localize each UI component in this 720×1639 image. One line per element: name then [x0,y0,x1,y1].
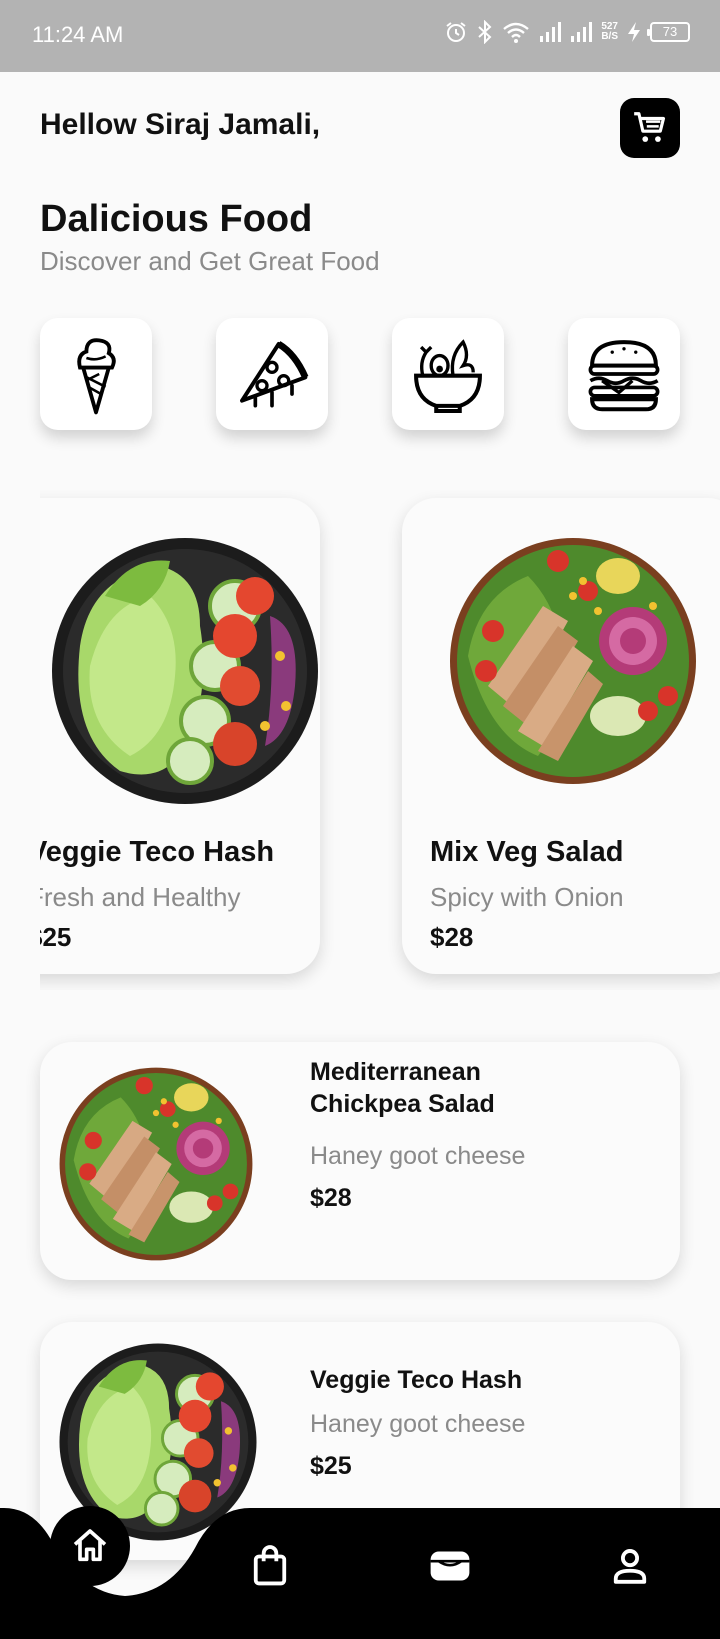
food-image [448,536,698,786]
list-item[interactable]: Mediterranean Chickpea Salad Haney goot … [40,1042,680,1280]
list-item-subtitle: Haney goot cheese [310,1142,526,1170]
list-item-subtitle: Haney goot cheese [310,1410,526,1438]
featured-card-subtitle: Spicy with Onion [430,882,624,912]
featured-card-title: Mix Veg Salad [430,836,624,868]
salad-icon [414,339,482,413]
shopping-bag-icon [253,1545,287,1586]
food-image [50,536,320,806]
list-item-title: Mediterranean Chickpea Salad [310,1056,650,1120]
page-title: Dalicious Food [40,198,313,240]
network-speed-unit: B/S [601,31,618,42]
network-speed: 527 B/S [601,22,618,42]
list-item-price: $25 [310,1452,352,1480]
battery-indicator: 73 [647,22,690,42]
charging-icon [628,22,640,42]
featured-card-price: $25 [40,922,72,952]
featured-card-title: Veggie Teco Hash [40,836,275,868]
status-time: 11:24 AM [32,22,124,47]
pizza-icon [240,341,309,408]
profile-icon [613,1549,647,1584]
category-ice-cream[interactable] [40,318,152,430]
bottom-navigation [0,1506,720,1639]
burger-icon [588,340,660,412]
featured-carousel[interactable]: Veggie Teco Hash Fresh and Healthy $25 M… [40,490,720,990]
alarm-icon [446,22,466,42]
greeting-text: Hellow Siraj Jamali, [40,108,321,141]
category-salad[interactable] [392,318,504,430]
signal-icon-2 [571,22,593,42]
list-item-title-line2: Chickpea Salad [310,1090,495,1118]
status-icons: 527 B/S 73 [444,20,690,44]
signal-icon [540,22,562,42]
category-pizza[interactable] [216,318,328,430]
list-item-title: Veggie Teco Hash [310,1366,523,1394]
nav-wallet[interactable] [420,1536,480,1596]
list-item-title-line1: Mediterranean [310,1058,481,1086]
featured-card-subtitle: Fresh and Healthy [40,882,241,912]
status-bar: 11:24 AM 527 B/S 73 [0,0,720,72]
bluetooth-icon [478,20,492,44]
list-item-price: $28 [310,1184,352,1212]
featured-card[interactable]: Mix Veg Salad Spicy with Onion $28 [402,498,720,974]
page-subtitle: Discover and Get Great Food [40,246,380,276]
ice-cream-icon [77,338,116,415]
nav-orders[interactable] [240,1536,300,1596]
cart-icon [634,112,666,142]
featured-card[interactable]: Veggie Teco Hash Fresh and Healthy $25 [40,498,320,974]
category-burger[interactable] [568,318,680,430]
wallet-icon [430,1551,470,1581]
home-icon [73,1529,107,1562]
food-image [58,1066,254,1262]
wifi-icon [503,22,530,43]
cart-button[interactable] [620,98,680,158]
featured-card-price: $28 [430,922,474,952]
nav-home[interactable] [50,1506,130,1586]
nav-profile[interactable] [600,1536,660,1596]
